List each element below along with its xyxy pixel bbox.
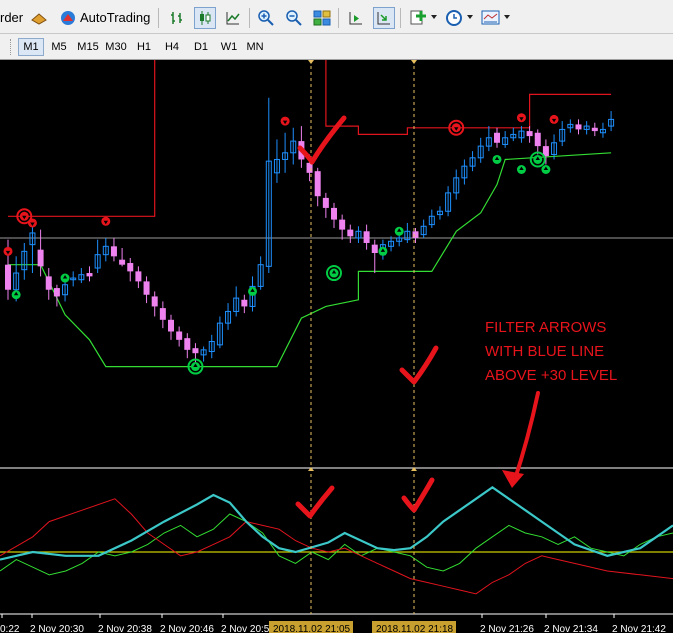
timeframe-m1[interactable]: M1 <box>18 38 44 56</box>
line-chart-icon[interactable] <box>222 7 244 29</box>
candle-body-bear <box>119 259 126 265</box>
candle-body-bear <box>86 273 93 277</box>
autotrading-button[interactable]: AutoTrading <box>80 10 150 25</box>
candle-body-bear <box>412 231 419 238</box>
chart-shift-icon[interactable] <box>345 7 367 29</box>
time-axis-highlight-label: 2018.11.02 21:18 <box>376 624 454 633</box>
candle-body-bear <box>184 338 191 350</box>
candle-body-bear <box>176 331 183 340</box>
timeframe-w1[interactable]: W1 <box>217 38 241 56</box>
annotation-text: FILTER ARROWS <box>485 319 606 336</box>
toolbar-separator <box>158 8 159 28</box>
zoom-in-icon[interactable] <box>255 7 277 29</box>
bar-chart-icon[interactable] <box>166 7 188 29</box>
candle-body-bear <box>5 264 11 290</box>
annotation-text: ABOVE +30 LEVEL <box>485 367 617 384</box>
timeframe-m5[interactable]: M5 <box>46 38 72 56</box>
zoom-out-icon[interactable] <box>283 7 305 29</box>
timeframe-mn[interactable]: MN <box>243 38 267 56</box>
candle-body-bear <box>339 219 346 230</box>
time-axis-label: 2 Nov 21:26 <box>480 624 534 633</box>
time-axis-label: 2 Nov 21:34 <box>544 624 598 633</box>
main-toolbar: rder AutoTrading <box>0 0 673 34</box>
new-order-button[interactable]: rder <box>0 10 23 25</box>
annotation-text: WITH BLUE LINE <box>485 343 604 360</box>
toolbar-separator <box>249 8 250 28</box>
time-axis-label: 2 Nov 20:30 <box>30 624 84 633</box>
timeframe-m30[interactable]: M30 <box>101 38 131 56</box>
chevron-down-icon[interactable] <box>467 15 473 19</box>
timeframe-d1[interactable]: D1 <box>189 38 213 56</box>
toolbar-separator <box>338 8 339 28</box>
candle-body-bear <box>534 132 541 147</box>
candle-body-bear <box>314 171 321 197</box>
candle-body-bear <box>151 296 158 307</box>
candle-body-bear <box>143 281 150 295</box>
candle-body-bear <box>371 244 378 253</box>
timeframe-h1[interactable]: H1 <box>132 38 156 56</box>
price-chart[interactable]: FILTER ARROWS WITH BLUE LINE ABOVE +30 LEV… <box>0 60 673 633</box>
new-order-icon[interactable] <box>28 7 50 29</box>
candle-body-bear <box>159 308 166 320</box>
candle-body-bear <box>363 231 370 243</box>
candle-body-bear <box>53 288 60 297</box>
candle-body-bear <box>322 197 329 208</box>
time-axis-label: 2 Nov 20:46 <box>160 624 214 633</box>
toolbar-separator <box>400 8 401 28</box>
timeframes-toolbar: M1 M5 M15 M30 H1 H4 D1 W1 MN <box>0 34 673 60</box>
autotrading-icon[interactable] <box>57 7 79 29</box>
candle-body-bear <box>127 263 134 272</box>
candle-body-bear <box>241 299 248 307</box>
candle-body-bear <box>526 131 533 137</box>
price-panel <box>0 60 673 468</box>
templates-icon[interactable] <box>480 7 502 29</box>
time-axis-label: 0:22 <box>0 624 20 633</box>
candle-body-bear <box>192 348 199 354</box>
candle-body-bear <box>45 276 52 290</box>
chevron-down-icon[interactable] <box>504 15 510 19</box>
tile-windows-icon[interactable] <box>311 7 333 29</box>
candle-body-bear <box>168 319 174 332</box>
chevron-down-icon[interactable] <box>431 15 437 19</box>
indicators-icon[interactable] <box>407 7 429 29</box>
time-axis-label: 2 Nov 20:5 <box>221 624 270 633</box>
candle-body-bear <box>591 127 598 132</box>
candlestick-icon[interactable] <box>194 7 216 29</box>
timeframe-m15[interactable]: M15 <box>73 38 103 56</box>
timeframe-h4[interactable]: H4 <box>160 38 184 56</box>
time-axis-label: 2 Nov 20:38 <box>98 624 152 633</box>
toolbar-grip <box>10 39 13 55</box>
candle-body-bear <box>135 271 142 282</box>
candle-body-bear <box>331 207 337 220</box>
periods-icon[interactable] <box>443 7 465 29</box>
candle-body-bear <box>110 246 117 257</box>
time-axis-label: 2 Nov 21:42 <box>612 624 666 633</box>
autoscroll-icon[interactable] <box>373 7 395 29</box>
candle-body-bear <box>494 132 500 143</box>
candle-body-bear <box>37 249 44 267</box>
time-axis-highlight-label: 2018.11.02 21:05 <box>273 624 351 633</box>
candle-body-bear <box>347 229 354 237</box>
candle-body-bear <box>575 124 582 130</box>
